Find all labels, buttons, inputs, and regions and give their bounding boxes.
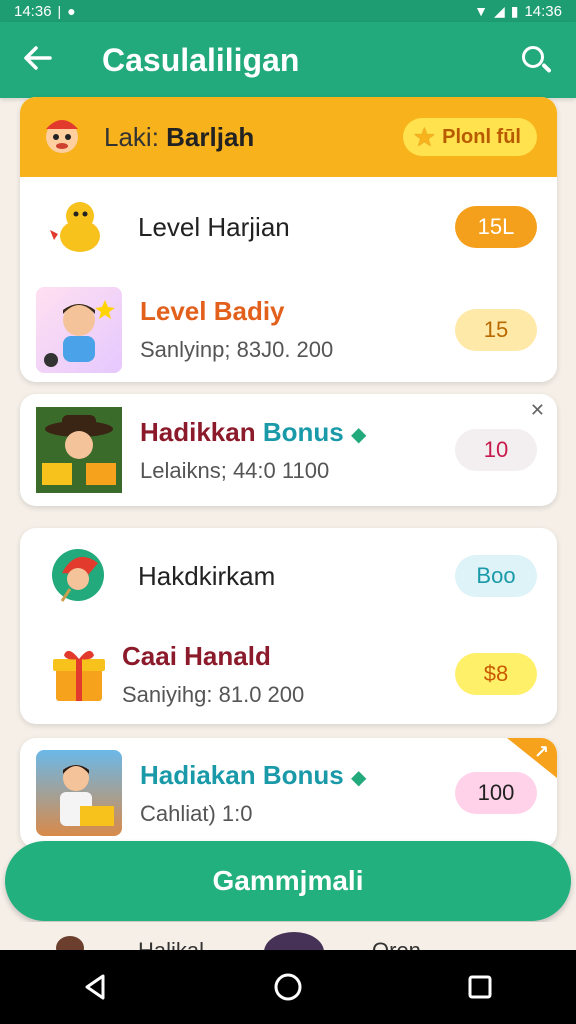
nav-recents-icon[interactable]	[450, 957, 510, 1017]
list-item[interactable]: Level Badiy Sanlyinp; 83J0. 200 15	[20, 277, 557, 382]
bonus-card[interactable]: Hadikkan Bonus ◆ Lelaikns; 44:0 1100 10 …	[20, 394, 557, 506]
partial-bottom-row: Halikal Oren	[0, 922, 576, 952]
star-icon: ★	[412, 122, 437, 152]
nav-back-icon[interactable]	[66, 957, 126, 1017]
bonus2-title: Hadiakan Bonus ◆	[140, 760, 455, 791]
level-badge: 15	[455, 308, 537, 351]
plonl-button-label: Plonl fūl	[442, 125, 521, 148]
signal-icon: ◢	[493, 2, 505, 19]
cowboy-avatar-icon	[36, 407, 122, 493]
status-time-right: 14:36	[524, 2, 562, 20]
bonus-title-part1: Hadikkan	[140, 416, 256, 447]
bonus-badge: 10	[455, 429, 537, 471]
level-badge: 15L	[455, 206, 537, 248]
bonus2-title-text: Hadiakan Bonus	[140, 759, 344, 790]
daily-card-header: Laki: Barljah ★ Plonl fūl	[20, 97, 557, 177]
gnome-character-icon	[48, 545, 110, 607]
bonus-title: Hadikkan Bonus ◆	[140, 417, 455, 448]
gift-box-icon	[48, 643, 110, 705]
title-prefix: Laki:	[104, 121, 159, 152]
bonus-title-part2: Bonus	[262, 416, 344, 447]
mascot-icon	[40, 113, 84, 162]
system-nav-bar	[0, 950, 576, 1024]
verified-icon: ◆	[350, 423, 367, 446]
bonus-card-2[interactable]: ↗ Hadiakan Bonus ◆ Cahliat) 1:0 100	[20, 738, 557, 848]
verified-icon: ◆	[350, 766, 367, 789]
title-bold: Barljah	[166, 121, 255, 152]
nav-home-icon[interactable]	[258, 957, 318, 1017]
bonus2-subtitle: Cahliat) 1:0	[140, 800, 253, 826]
avatar	[264, 932, 324, 952]
duck-character-icon	[48, 196, 110, 258]
wifi-icon: ▼	[474, 3, 488, 19]
daily-card: Laki: Barljah ★ Plonl fūl Level Harjian …	[20, 97, 557, 382]
bonus-subtitle: Lelaikns; 44:0 1100	[140, 457, 330, 483]
reward-badge: Boo	[455, 555, 537, 597]
battery-icon: ▮	[510, 2, 519, 19]
close-icon[interactable]: ✕	[530, 400, 545, 421]
daily-card-title: Laki: Barljah	[104, 122, 403, 153]
level-badiy-subtitle: Sanlyinp; 83J0. 200	[140, 337, 334, 362]
app-notification-icon: ●	[67, 3, 76, 19]
status-bar: 14:36 | ● ▼ ◢ ▮ 14:36	[0, 0, 576, 22]
plonl-button[interactable]: ★ Plonl fūl	[402, 118, 537, 156]
notification-icon: |	[57, 3, 62, 19]
delivery-boy-avatar-icon	[36, 750, 122, 836]
list-item[interactable]: Hakdkirkam Boo	[20, 528, 557, 624]
reward-badge: $8	[455, 653, 537, 695]
list-item[interactable]: Level Harjian 15L	[20, 177, 557, 277]
caai-hanald-subtitle: Saniyihg: 81.0 200	[122, 681, 305, 707]
status-time: 14:36	[14, 2, 52, 20]
page-title: Casulaliligan	[102, 41, 300, 78]
app-bar: Casulaliligan	[0, 22, 576, 98]
bonus2-badge: 100	[455, 772, 537, 814]
level-badiy-title: Level Badiy	[140, 296, 285, 326]
boy-avatar-icon	[36, 286, 122, 373]
caai-hanald-title: Caai Hanald	[122, 640, 271, 671]
list-item[interactable]: Caai Hanald Saniyihg: 81.0 200 $8	[20, 624, 557, 724]
hakdkirkam-title: Hakdkirkam	[138, 560, 276, 591]
search-icon[interactable]	[518, 42, 554, 78]
reward-card: Hakdkirkam Boo Caai Hanald Saniyihg: 81.…	[20, 528, 557, 724]
back-arrow-icon[interactable]	[22, 42, 66, 79]
level-harjian-title: Level Harjian	[138, 211, 290, 242]
primary-cta-button[interactable]: Gammjmali	[5, 841, 571, 921]
